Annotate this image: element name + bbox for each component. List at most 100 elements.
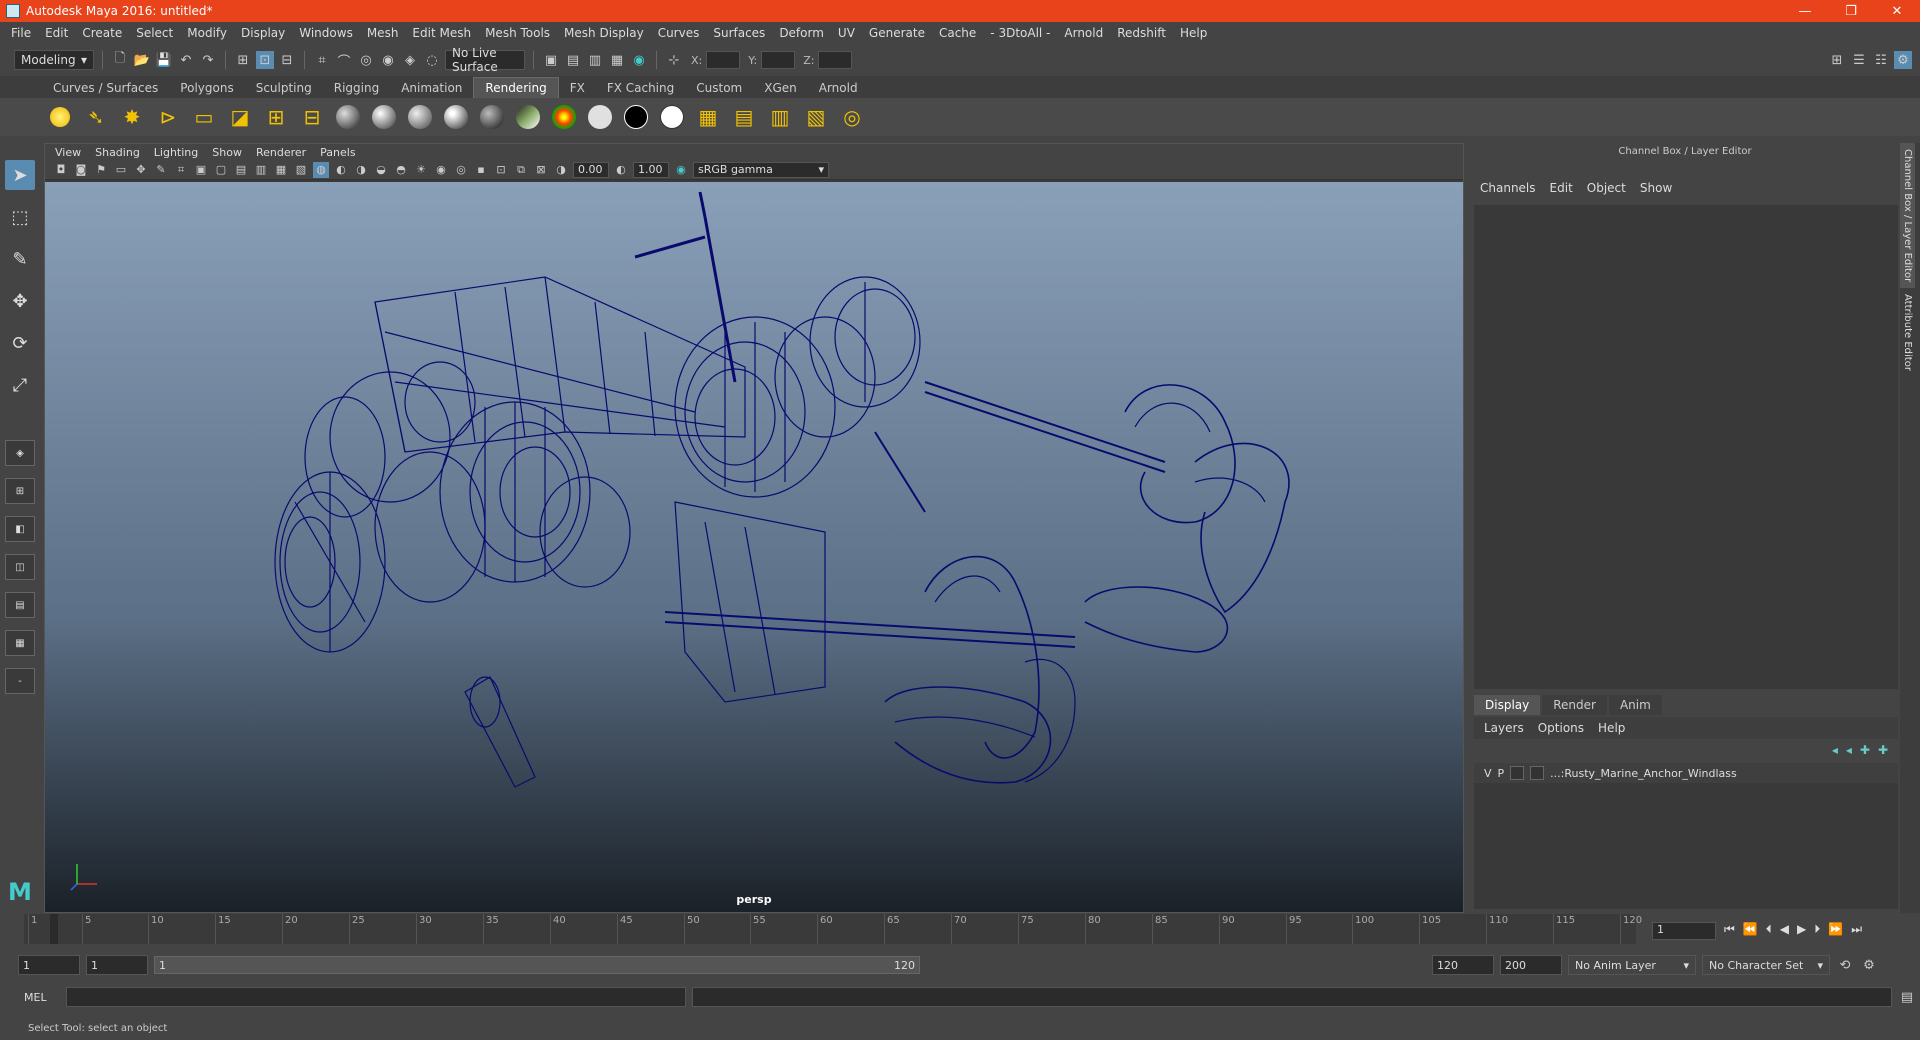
undo-icon[interactable]: ↶ xyxy=(177,51,195,69)
animation-end-field[interactable]: 200 xyxy=(1500,955,1562,975)
menu-help[interactable]: Help xyxy=(1173,26,1214,40)
gate-mask-icon[interactable]: ▤ xyxy=(233,162,249,178)
render-settings-icon[interactable]: ▥ xyxy=(586,51,604,69)
field-chart-icon[interactable]: ▥ xyxy=(253,162,269,178)
animation-start-field[interactable]: 1 xyxy=(18,955,80,975)
phong-e-icon[interactable] xyxy=(442,103,470,131)
menu-edit[interactable]: Edit xyxy=(38,26,75,40)
gamma-icon[interactable]: ◐ xyxy=(613,162,629,178)
new-scene-icon[interactable]: 🗋 xyxy=(111,51,129,69)
modeling-toolkit-icon[interactable]: ⊞ xyxy=(1828,51,1846,69)
time-slider[interactable]: 1 5 10 15 20 25 30 35 40 45 50 55 60 65 70 75 80 85 90 95 10… xyxy=(0,914,1920,948)
make-live-icon[interactable]: ◌ xyxy=(423,51,441,69)
layer-visibility-toggle[interactable]: V xyxy=(1484,767,1492,780)
camera-select-icon[interactable]: ◘ xyxy=(53,162,69,178)
playback-end-field[interactable]: 120 xyxy=(1432,955,1494,975)
layer-menu-options[interactable]: Options xyxy=(1538,721,1584,735)
range-slider[interactable]: 1 120 xyxy=(154,956,920,974)
anim-prefs-icon[interactable]: ⚙ xyxy=(1860,956,1878,974)
camera-aim-icon[interactable]: ⊟ xyxy=(298,103,326,131)
shelf-tab-animation[interactable]: Animation xyxy=(390,78,473,98)
show-batch-icon[interactable]: ◎ xyxy=(838,103,866,131)
cancel-batch-icon[interactable]: ▧ xyxy=(802,103,830,131)
render-sequence-icon[interactable]: ▤ xyxy=(730,103,758,131)
close-button[interactable]: ✕ xyxy=(1874,0,1920,22)
lights-icon[interactable]: ◉ xyxy=(433,162,449,178)
lasso-tool-icon[interactable]: ⬚ xyxy=(5,202,35,232)
xray-icon[interactable]: ◒ xyxy=(373,162,389,178)
tool-settings-icon[interactable]: ☷ xyxy=(1872,51,1890,69)
go-to-start-icon[interactable]: ⏮ xyxy=(1724,922,1735,937)
playback-start-field[interactable]: 1 xyxy=(86,955,148,975)
volume-light-icon[interactable]: ◪ xyxy=(226,103,254,131)
use-default-material-icon[interactable]: ◓ xyxy=(393,162,409,178)
resolution-gate-icon[interactable]: ▢ xyxy=(213,162,229,178)
outliner-layout-icon[interactable]: ◫ xyxy=(5,554,35,580)
menu-surfaces[interactable]: Surfaces xyxy=(706,26,772,40)
blinn-icon[interactable] xyxy=(370,103,398,131)
exposure-field[interactable]: 0.00 xyxy=(573,161,609,178)
image-plane-icon[interactable]: ▭ xyxy=(113,162,129,178)
menu-deform[interactable]: Deform xyxy=(772,26,831,40)
area-light-icon[interactable]: ▭ xyxy=(190,103,218,131)
anim-layer-dropdown[interactable]: No Anim Layer ▾ xyxy=(1568,955,1696,975)
channel-menu-show[interactable]: Show xyxy=(1640,181,1672,195)
shelf-tab-rendering[interactable]: Rendering xyxy=(473,77,559,98)
single-pane-layout-icon[interactable]: ◈ xyxy=(5,440,35,466)
shelf-tab-polygons[interactable]: Polygons xyxy=(169,78,244,98)
shelf-tab-rigging[interactable]: Rigging xyxy=(323,78,390,98)
isolate-select-icon[interactable]: ⊡ xyxy=(493,162,509,178)
ipr-render-icon[interactable]: ▤ xyxy=(564,51,582,69)
character-set-dropdown[interactable]: No Character Set ▾ xyxy=(1702,955,1830,975)
xray-active-icon[interactable]: ⊠ xyxy=(533,162,549,178)
viewport-menu-panels[interactable]: Panels xyxy=(320,146,355,159)
xray-joints-icon[interactable]: ⧉ xyxy=(513,162,529,178)
display-layer-row[interactable]: V P ...:Rusty_Marine_Anchor_Windlass xyxy=(1474,763,1898,783)
textured-icon[interactable]: ☀ xyxy=(413,162,429,178)
shelf-tab-sculpting[interactable]: Sculpting xyxy=(245,78,323,98)
camera-attributes-icon[interactable]: ◙ xyxy=(73,162,89,178)
hypershade-icon[interactable]: ▦ xyxy=(608,51,626,69)
layer-tab-display[interactable]: Display xyxy=(1474,695,1541,715)
scale-tool-icon[interactable]: ⤢ xyxy=(5,370,35,400)
paint-select-icon[interactable]: ✎ xyxy=(5,244,35,274)
render-current-frame-icon[interactable]: ▣ xyxy=(542,51,560,69)
channel-box-side-tab[interactable]: Channel Box / Layer Editor xyxy=(1900,143,1915,289)
camera-icon[interactable]: ⊞ xyxy=(262,103,290,131)
menu-mesh-display[interactable]: Mesh Display xyxy=(557,26,651,40)
select-hierarchy-icon[interactable]: ⊞ xyxy=(234,51,252,69)
menu-curves[interactable]: Curves xyxy=(651,26,707,40)
script-editor-icon[interactable]: ▤ xyxy=(1898,988,1916,1006)
bookmark-icon[interactable]: ⚑ xyxy=(93,162,109,178)
view-transform-dropdown[interactable]: sRGB gamma ▾ xyxy=(693,161,829,178)
menu-select[interactable]: Select xyxy=(129,26,180,40)
playhead[interactable] xyxy=(50,914,58,944)
command-input[interactable] xyxy=(66,987,686,1007)
script-layout-icon[interactable]: ▤ xyxy=(5,592,35,618)
attribute-editor-side-tab[interactable]: Attribute Editor xyxy=(1900,288,1915,377)
lambert-icon[interactable] xyxy=(334,103,362,131)
smooth-shade-icon[interactable]: ◐ xyxy=(333,162,349,178)
step-forward-key-icon[interactable]: ⏩ xyxy=(1828,922,1843,937)
color-management-icon[interactable]: ◉ xyxy=(673,162,689,178)
step-back-frame-icon[interactable]: ⏴ xyxy=(1766,922,1772,937)
move-layer-up-icon[interactable]: ◂ xyxy=(1832,743,1838,757)
menu-arnold[interactable]: Arnold xyxy=(1057,26,1110,40)
play-forward-icon[interactable]: ▶ xyxy=(1797,922,1806,937)
select-component-icon[interactable]: ⊟ xyxy=(278,51,296,69)
two-d-pan-icon[interactable]: ✥ xyxy=(133,162,149,178)
safe-title-icon[interactable]: ▧ xyxy=(293,162,309,178)
redo-icon[interactable]: ↷ xyxy=(199,51,217,69)
snap-grid-icon[interactable]: ⌗ xyxy=(313,51,331,69)
menu-set-dropdown[interactable]: Modeling ▾ xyxy=(14,50,94,70)
shadows-icon[interactable]: ◎ xyxy=(453,162,469,178)
x-field[interactable] xyxy=(706,51,741,69)
menu-mesh-tools[interactable]: Mesh Tools xyxy=(478,26,557,40)
snap-point-icon[interactable]: ◎ xyxy=(357,51,375,69)
menu-generate[interactable]: Generate xyxy=(862,26,932,40)
wireframe-model[interactable] xyxy=(45,182,1463,912)
new-layer-selected-icon[interactable]: ✚ xyxy=(1878,743,1888,757)
command-language-label[interactable]: MEL xyxy=(24,991,60,1004)
open-scene-icon[interactable]: 📂 xyxy=(133,51,151,69)
phong-icon[interactable] xyxy=(406,103,434,131)
